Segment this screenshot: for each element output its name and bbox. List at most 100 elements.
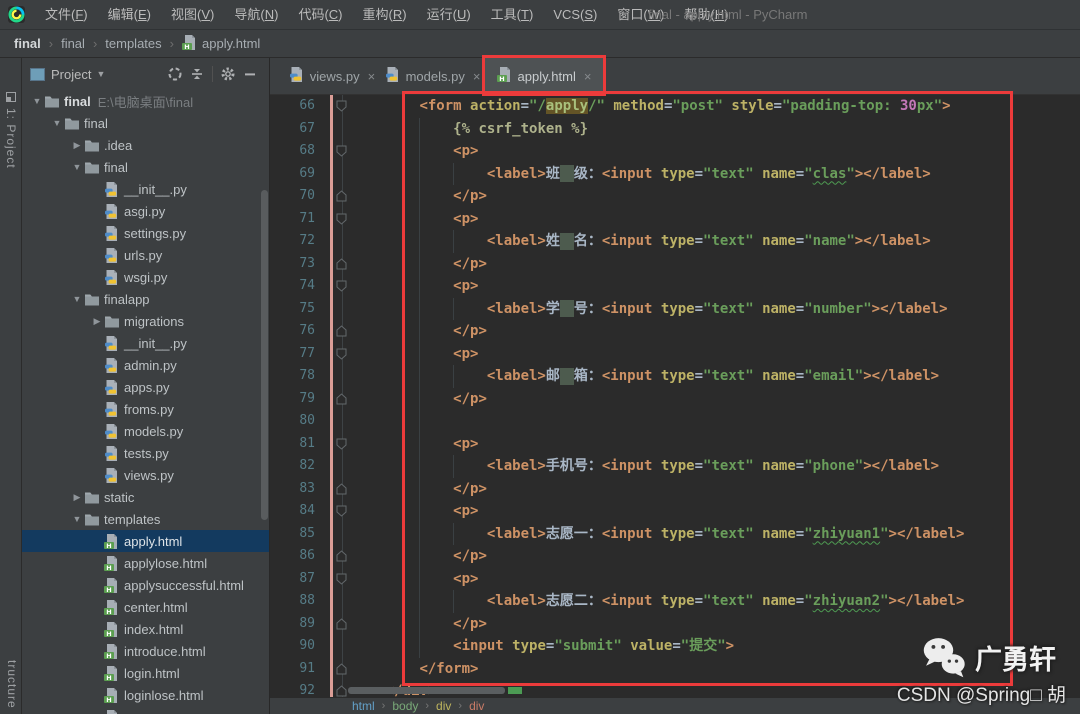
close-icon[interactable]: × (473, 69, 481, 84)
code-line-82[interactable]: 82 <label>手机号：<input type="text" name="p… (270, 455, 1080, 478)
code-text[interactable]: <label>邮 箱：<input type="text" name="emai… (352, 365, 1080, 388)
menu-item-R[interactable]: 重构(R) (353, 7, 417, 22)
project-tool-button[interactable]: 1: Project (4, 92, 18, 169)
tree-item-static[interactable]: ▶static (22, 486, 269, 508)
code-text[interactable]: </p> (352, 478, 1080, 501)
code-text[interactable]: </p> (352, 320, 1080, 343)
code-text[interactable]: </p> (352, 545, 1080, 568)
locate-icon[interactable] (164, 63, 186, 85)
close-icon[interactable]: × (368, 69, 376, 84)
tree-item-apply.html[interactable]: Happly.html (22, 530, 269, 552)
tree-item-tests.py[interactable]: tests.py (22, 442, 269, 464)
tree-item-partial[interactable]: H (22, 706, 269, 714)
horizontal-scrollbar[interactable] (348, 687, 505, 694)
tree-item-wsgi.py[interactable]: wsgi.py (22, 266, 269, 288)
tree-item-final[interactable]: ▼final (22, 156, 269, 178)
fold-marker-icon[interactable] (315, 343, 352, 366)
tree-item-__init__.py[interactable]: __init__.py (22, 332, 269, 354)
code-line-83[interactable]: 83 </p> (270, 478, 1080, 501)
menu-item-V[interactable]: 视图(V) (161, 7, 224, 22)
collapse-all-icon[interactable] (186, 63, 208, 85)
code-line-71[interactable]: 71 <p> (270, 208, 1080, 231)
settings-icon[interactable] (217, 63, 239, 85)
code-line-67[interactable]: 67 {% csrf_token %} (270, 118, 1080, 141)
code-text[interactable]: <p> (352, 500, 1080, 523)
tree-item-final[interactable]: ▼finalE:\电脑桌面\final (22, 90, 269, 112)
fold-marker-icon[interactable] (315, 568, 352, 591)
tree-item-apps.py[interactable]: apps.py (22, 376, 269, 398)
tree-item-final[interactable]: ▼final (22, 112, 269, 134)
menu-item-E[interactable]: 编辑(E) (98, 7, 161, 22)
menu-item-U[interactable]: 运行(U) (417, 7, 481, 22)
fold-marker-icon[interactable] (315, 478, 352, 501)
fold-marker-icon[interactable] (315, 680, 352, 697)
code-text[interactable]: <label>志愿二：<input type="text" name="zhiy… (352, 590, 1080, 613)
tree-item-login.html[interactable]: Hlogin.html (22, 662, 269, 684)
tree-item-index.html[interactable]: Hindex.html (22, 618, 269, 640)
code-line-80[interactable]: 80 (270, 410, 1080, 433)
code-line-86[interactable]: 86 </p> (270, 545, 1080, 568)
code-text[interactable]: <p> (352, 140, 1080, 163)
chevron-right-icon[interactable]: ▶ (70, 492, 84, 503)
code-line-69[interactable]: 69 <label>班 级：<input type="text" name="c… (270, 163, 1080, 186)
tab-apply.html[interactable]: Happly.html× (485, 58, 603, 94)
code-text[interactable]: </p> (352, 185, 1080, 208)
code-text[interactable]: {% csrf_token %} (352, 118, 1080, 141)
chevron-down-icon[interactable]: ▼ (50, 118, 64, 128)
code-text[interactable]: <p> (352, 208, 1080, 231)
fold-marker-icon[interactable] (315, 320, 352, 343)
tree-item-views.py[interactable]: views.py (22, 464, 269, 486)
element-breadcrumb-div-2[interactable]: div (436, 699, 451, 713)
code-line-72[interactable]: 72 <label>姓 名：<input type="text" name="n… (270, 230, 1080, 253)
code-text[interactable]: <label>学 号：<input type="text" name="numb… (352, 298, 1080, 321)
element-breadcrumb-html-0[interactable]: html (352, 699, 375, 713)
code-line-84[interactable]: 84 <p> (270, 500, 1080, 523)
code-line-75[interactable]: 75 <label>学 号：<input type="text" name="n… (270, 298, 1080, 321)
tree-item-migrations[interactable]: ▶migrations (22, 310, 269, 332)
code-text[interactable]: </p> (352, 253, 1080, 276)
tree-scrollbar[interactable] (261, 190, 268, 520)
code-line-81[interactable]: 81 <p> (270, 433, 1080, 456)
close-icon[interactable]: × (584, 69, 592, 84)
breadcrumb-item-final[interactable]: final (61, 36, 85, 51)
code-line-85[interactable]: 85 <label>志愿一：<input type="text" name="z… (270, 523, 1080, 546)
code-line-77[interactable]: 77 <p> (270, 343, 1080, 366)
fold-marker-icon[interactable] (315, 275, 352, 298)
chevron-down-icon[interactable]: ▼ (96, 69, 105, 79)
code-editor[interactable]: 66 <form action="/apply/" method="post" … (270, 95, 1080, 697)
tree-item-applylose.html[interactable]: Happlylose.html (22, 552, 269, 574)
chevron-down-icon[interactable]: ▼ (70, 294, 84, 304)
fold-marker-icon[interactable] (315, 388, 352, 411)
code-line-88[interactable]: 88 <label>志愿二：<input type="text" name="z… (270, 590, 1080, 613)
chevron-down-icon[interactable]: ▼ (70, 514, 84, 524)
menu-item-N[interactable]: 导航(N) (224, 7, 288, 22)
breadcrumb-item-templates[interactable]: templates (105, 36, 161, 51)
code-text[interactable]: <label>班 级：<input type="text" name="clas… (352, 163, 1080, 186)
tree-item-templates[interactable]: ▼templates (22, 508, 269, 530)
menu-item-S[interactable]: VCS(S) (543, 7, 607, 22)
tree-item-froms.py[interactable]: froms.py (22, 398, 269, 420)
code-text[interactable]: <p> (352, 275, 1080, 298)
code-line-73[interactable]: 73 </p> (270, 253, 1080, 276)
fold-marker-icon[interactable] (315, 658, 352, 681)
code-text[interactable] (352, 410, 1080, 433)
fold-marker-icon[interactable] (315, 500, 352, 523)
code-line-70[interactable]: 70 </p> (270, 185, 1080, 208)
code-line-78[interactable]: 78 <label>邮 箱：<input type="text" name="e… (270, 365, 1080, 388)
structure-tool-button[interactable]: tructure (5, 660, 19, 714)
fold-marker-icon[interactable] (315, 253, 352, 276)
code-text[interactable]: <form action="/apply/" method="post" sty… (352, 95, 1080, 118)
menu-item-C[interactable]: 代码(C) (288, 7, 352, 22)
code-text[interactable]: <label>姓 名：<input type="text" name="name… (352, 230, 1080, 253)
tab-views.py[interactable]: views.py× (284, 58, 380, 94)
code-text[interactable]: <p> (352, 433, 1080, 456)
code-line-66[interactable]: 66 <form action="/apply/" method="post" … (270, 95, 1080, 118)
chevron-right-icon[interactable]: ▶ (90, 316, 104, 327)
tree-item-center.html[interactable]: Hcenter.html (22, 596, 269, 618)
fold-marker-icon[interactable] (315, 95, 352, 118)
element-breadcrumb-body-1[interactable]: body (392, 699, 418, 713)
code-text[interactable]: <label>志愿一：<input type="text" name="zhiy… (352, 523, 1080, 546)
breadcrumb-item-apply.html[interactable]: Happly.html (182, 35, 260, 53)
fold-marker-icon[interactable] (315, 613, 352, 636)
tree-item-applysuccessful.html[interactable]: Happlysuccessful.html (22, 574, 269, 596)
